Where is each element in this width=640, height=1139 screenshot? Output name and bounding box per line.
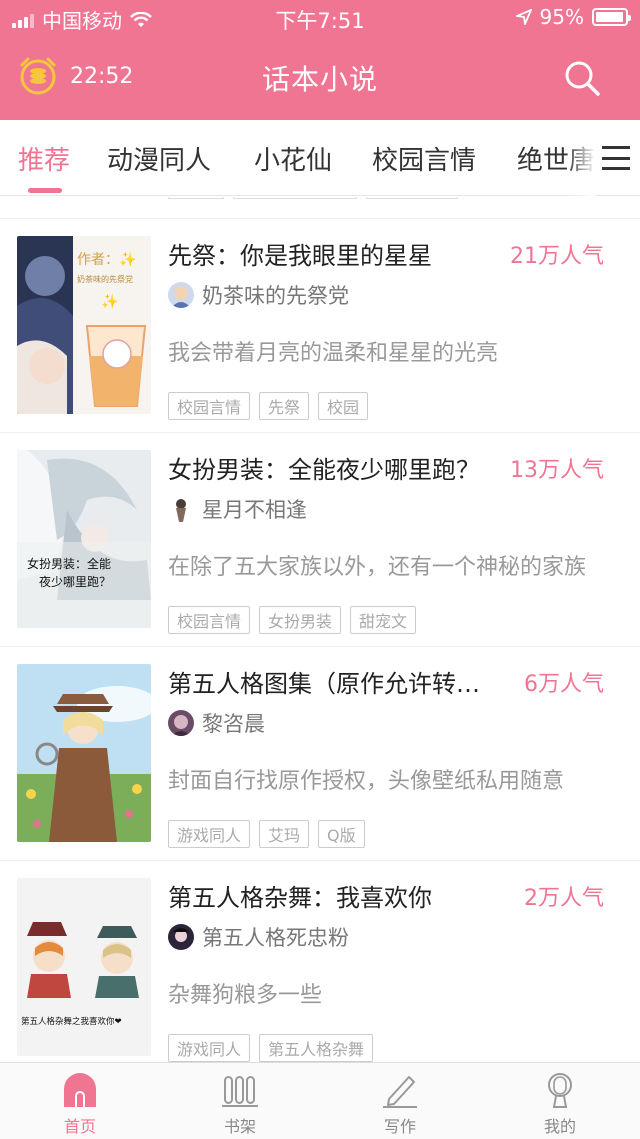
avatar	[168, 282, 194, 308]
tag[interactable]: 甜宠文	[350, 606, 417, 634]
tag[interactable]: 游戏同人	[168, 820, 251, 848]
bookshelf-icon	[222, 1076, 258, 1107]
status-bar: 中国移动 下午7:51 95%	[0, 0, 640, 34]
nav-bookshelf[interactable]: 书架	[160, 1071, 320, 1137]
tag[interactable]: 女扮男装	[259, 606, 342, 634]
tag[interactable]: 艾玛	[259, 820, 310, 848]
book-cover[interactable]: 作者：✨ 奶茶味的先祭党 ✨	[17, 236, 151, 414]
avatar	[168, 710, 194, 736]
author-name: 第五人格死忠粉	[202, 926, 349, 950]
list-item[interactable]: 第五人格图集（原作允许转载） 6万人气 黎咨晨 封面自行找原作授权，头像壁纸私用…	[0, 646, 640, 860]
book-cover[interactable]: 第五人格杂舞之我喜欢你❤	[17, 878, 151, 1056]
tag[interactable]: Q版	[318, 820, 365, 848]
popularity-badge: 2万人气	[524, 886, 604, 911]
tag-list: 校园言情 先祭 校园	[168, 392, 369, 420]
home-icon	[64, 1073, 96, 1107]
cover-text: 第五人格杂舞之我喜欢你❤	[21, 1016, 122, 1027]
battery-icon	[592, 8, 631, 26]
book-title[interactable]: 先祭：你是我眼里的星星	[168, 236, 488, 271]
book-description: 封面自行找原作授权，头像壁纸私用随意	[168, 769, 565, 794]
popularity-badge: 13万人气	[510, 458, 604, 483]
avatar	[168, 496, 194, 522]
nav-profile[interactable]: 我的	[480, 1071, 640, 1137]
nav-label: 首页	[63, 1117, 96, 1136]
active-tab-indicator	[28, 188, 62, 193]
book-title[interactable]: 女扮男装：全能夜少哪里跑？	[168, 450, 488, 485]
cover-text: 女扮男装：全能	[27, 556, 111, 571]
tag-list: 游戏同人 第五人格杂舞	[168, 1034, 374, 1062]
book-title[interactable]: 第五人格图集（原作允许转载）	[168, 664, 488, 699]
nav-write[interactable]: 写作	[320, 1071, 480, 1137]
tag[interactable]: 校园言情	[168, 606, 251, 634]
app-header: 22:52 话本小说	[0, 34, 640, 120]
list-item[interactable]: 第五人格杂舞之我喜欢你❤ 第五人格杂舞：我喜欢你 2万人气 第五人格死忠粉 杂舞…	[0, 860, 640, 1062]
book-description: 杂舞狗粮多一些	[168, 983, 323, 1008]
list-item[interactable]: 女扮男装：全能 夜少哪里跑？ 女扮男装：全能夜少哪里跑？ 13万人气 星月不相逢…	[0, 432, 640, 646]
pencil-icon	[383, 1076, 417, 1108]
category-tabs: 推荐 动漫同人 小花仙 校园言情 绝世唐	[0, 120, 640, 196]
popularity-badge: 21万人气	[510, 244, 604, 269]
nav-label: 我的	[543, 1117, 576, 1136]
nav-label: 写作	[383, 1117, 416, 1136]
tab-xiaohuaxian[interactable]: 小花仙	[254, 140, 332, 177]
tag[interactable]: 第五人格杂舞	[259, 1034, 374, 1062]
author-name: 黎咨晨	[202, 712, 265, 736]
nav-home[interactable]: 首页	[0, 1071, 160, 1137]
battery-percent: 95%	[539, 5, 584, 29]
search-icon[interactable]	[562, 58, 602, 98]
book-cover[interactable]	[17, 664, 151, 842]
tab-anime-fanfic[interactable]: 动漫同人	[107, 140, 211, 177]
cover-text: 作者：✨	[77, 251, 136, 268]
location-arrow-icon	[515, 9, 532, 25]
tab-recommend[interactable]: 推荐	[18, 140, 70, 177]
popularity-badge: 6万人气	[524, 672, 604, 697]
tag[interactable]: 先祭	[259, 392, 310, 420]
tag-list: 游戏同人 艾玛 Q版	[168, 820, 365, 848]
author-name: 奶茶味的先祭党	[202, 284, 349, 308]
book-list: 作者：✨ 奶茶味的先祭党 ✨ 先祭：你是我眼里的星星 21万人气 奶茶味的先祭党…	[0, 197, 640, 1062]
cover-text: 夜少哪里跑？	[39, 574, 111, 589]
author-name: 星月不相逢	[202, 498, 307, 522]
book-cover[interactable]: 女扮男装：全能 夜少哪里跑？	[17, 450, 151, 628]
avatar	[168, 924, 194, 950]
tag[interactable]: 游戏同人	[168, 1034, 251, 1062]
profile-icon	[548, 1073, 572, 1108]
tab-campus-romance[interactable]: 校园言情	[372, 140, 476, 177]
book-title[interactable]: 第五人格杂舞：我喜欢你	[168, 878, 488, 913]
tag-list: 校园言情 女扮男装 甜宠文	[168, 606, 417, 634]
app-title: 话本小说	[261, 63, 378, 96]
list-item[interactable]: 作者：✨ 奶茶味的先祭党 ✨ 先祭：你是我眼里的星星 21万人气 奶茶味的先祭党…	[0, 218, 640, 432]
menu-icon[interactable]	[602, 146, 630, 170]
bottom-nav: 首页 书架 写作 我的	[0, 1062, 640, 1139]
book-description: 在除了五大家族以外，还有一个神秘的家族	[168, 555, 587, 580]
nav-label: 书架	[223, 1117, 256, 1136]
tag[interactable]: 校园言情	[168, 392, 251, 420]
book-description: 我会带着月亮的温柔和星星的光亮	[168, 341, 499, 366]
svg-text:✨: ✨	[101, 293, 118, 310]
cover-text: 奶茶味的先祭党	[77, 274, 133, 284]
tag[interactable]: 校园	[318, 392, 369, 420]
